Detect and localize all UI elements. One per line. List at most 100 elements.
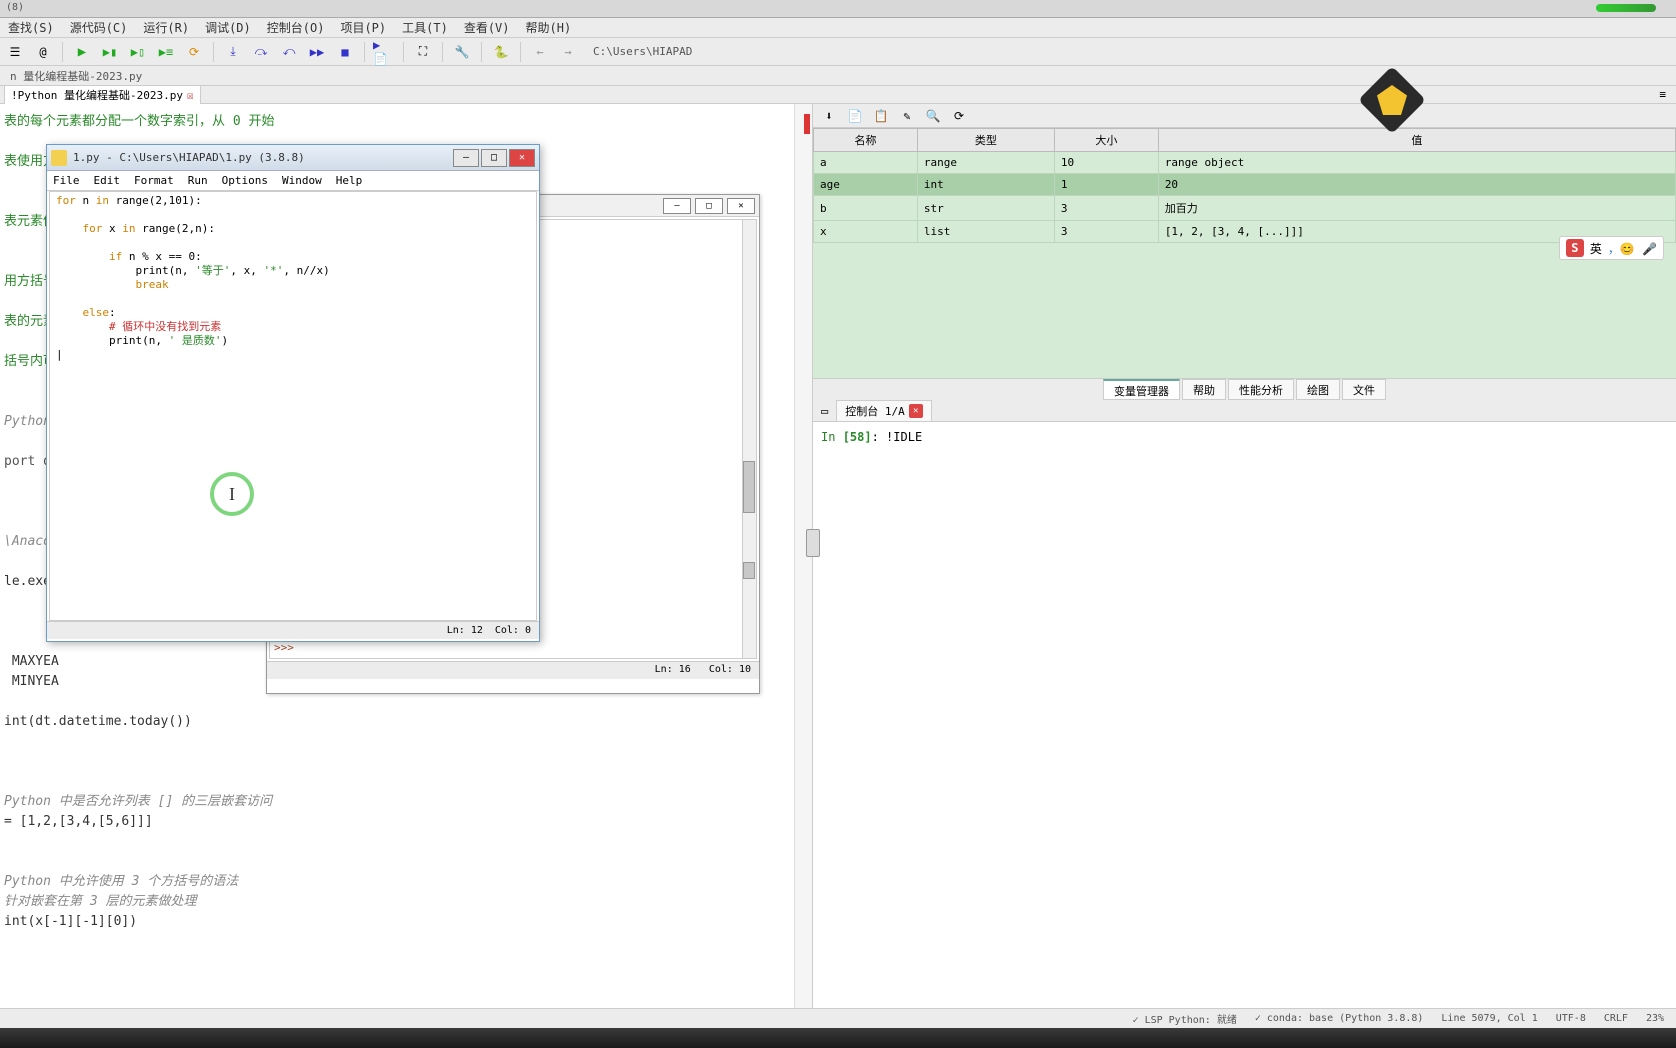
console-body[interactable]: In [58]: !IDLE	[813, 422, 1676, 452]
run-selection-button[interactable]: ▶≡	[155, 41, 177, 63]
shell-scroll-thumb-2[interactable]	[743, 562, 755, 580]
edit-icon[interactable]: ✎	[899, 109, 915, 123]
console-tab[interactable]: 控制台 1/A ✕	[836, 400, 932, 422]
variable-row[interactable]: ageint120	[814, 174, 1676, 196]
ipython-console[interactable]: In [58]: !IDLE	[813, 422, 1676, 1024]
idle-menu-options[interactable]: Options	[222, 174, 268, 187]
maximize-icon[interactable]: ⛶	[412, 41, 434, 63]
idle-titlebar[interactable]: 1.py - C:\Users\HIAPAD\1.py (3.8.8) — □ …	[47, 145, 539, 171]
idle-menu-window[interactable]: Window	[282, 174, 322, 187]
debug-step-out-icon[interactable]: ⤺	[278, 41, 300, 63]
variable-cell-value: 加百力	[1158, 196, 1675, 221]
tab-plots[interactable]: 绘图	[1296, 379, 1340, 400]
idle-menu-format[interactable]: Format	[134, 174, 174, 187]
tab-profiler[interactable]: 性能分析	[1228, 379, 1294, 400]
menu-tools[interactable]: 工具(T)	[402, 19, 448, 36]
save-icon[interactable]: 📄	[847, 109, 863, 123]
idle-menu-edit[interactable]: Edit	[94, 174, 121, 187]
copy-icon[interactable]: 📋	[873, 109, 889, 123]
idle-menu-run[interactable]: Run	[188, 174, 208, 187]
close-tab-icon[interactable]: ☒	[187, 89, 194, 102]
tab-help[interactable]: 帮助	[1182, 379, 1226, 400]
debug-file-icon[interactable]: ▶📄	[373, 41, 395, 63]
menu-view[interactable]: 查看(V)	[464, 19, 510, 36]
variable-row[interactable]: xlist3[1, 2, [3, 4, [...]]]	[814, 221, 1676, 243]
file-tab[interactable]: !Python 量化编程基础-2023.py ☒	[4, 85, 201, 104]
console-menu-icon[interactable]: ▭	[817, 404, 832, 418]
status-lsp[interactable]: ✓ LSP Python: 就绪	[1133, 1011, 1237, 1026]
variable-cell-size: 3	[1054, 196, 1158, 221]
variable-cell-name: a	[814, 152, 918, 174]
shell-statusbar: Ln: 16 Col: 10	[267, 661, 759, 679]
idle-ln: Ln: 12	[447, 625, 483, 636]
editor-panel: 表的每个元素都分配一个数字索引，从 0 开始 表使用方 表元素值 用方括号 表的…	[0, 104, 812, 1046]
editor-title: n 量化编程基础-2023.py	[4, 68, 148, 84]
nav-forward-icon[interactable]: →	[557, 41, 579, 63]
idle-menu-help[interactable]: Help	[336, 174, 363, 187]
debug-stop-icon[interactable]: ■	[334, 41, 356, 63]
idle-app-icon	[51, 150, 67, 166]
menu-run[interactable]: 运行(R)	[143, 19, 189, 36]
at-icon[interactable]: @	[32, 41, 54, 63]
idle-close-button[interactable]: ✕	[509, 149, 535, 167]
ime-indicator[interactable]: S 英 ，😊 🎤	[1559, 236, 1664, 260]
shell-scrollbar[interactable]	[742, 220, 756, 658]
tab-variable-explorer[interactable]: 变量管理器	[1103, 379, 1180, 400]
run-cell-button[interactable]: ▶▮	[99, 41, 121, 63]
var-col-type[interactable]: 类型	[917, 129, 1054, 152]
console-tab-close-icon[interactable]: ✕	[909, 404, 923, 418]
variable-cell-size: 10	[1054, 152, 1158, 174]
variable-cell-type: list	[917, 221, 1054, 243]
menu-debug[interactable]: 调试(D)	[205, 19, 251, 36]
variable-row[interactable]: arange10range object	[814, 152, 1676, 174]
idle-code-area[interactable]: for n in range(2,101): for x in range(2,…	[49, 191, 537, 621]
idle-maximize-button[interactable]: □	[481, 149, 507, 167]
variable-row[interactable]: bstr3加百力	[814, 196, 1676, 221]
file-tab-bar-2: !Python 量化编程基础-2023.py ☒ ≡	[0, 86, 1676, 104]
status-conda[interactable]: ✓ conda: base (Python 3.8.8)	[1255, 1013, 1424, 1024]
menu-console[interactable]: 控制台(O)	[267, 19, 325, 36]
console-colon: :	[872, 430, 886, 444]
var-col-name[interactable]: 名称	[814, 129, 918, 152]
variable-cell-value: range object	[1158, 152, 1675, 174]
reload-button[interactable]: ⟳	[183, 41, 205, 63]
menu-help[interactable]: 帮助(H)	[526, 19, 572, 36]
debug-step-over-icon[interactable]: ⤼	[250, 41, 272, 63]
menu-source[interactable]: 源代码(C)	[70, 19, 128, 36]
debug-continue-icon[interactable]: ▶▶	[306, 41, 328, 63]
shell-scroll-thumb[interactable]	[743, 461, 755, 514]
debug-step-into-icon[interactable]: ⤓	[222, 41, 244, 63]
idle-minimize-button[interactable]: —	[453, 149, 479, 167]
status-encoding[interactable]: UTF-8	[1556, 1013, 1586, 1024]
status-eol[interactable]: CRLF	[1604, 1013, 1628, 1024]
shell-maximize-button[interactable]: □	[695, 198, 723, 214]
wrench-icon[interactable]: 🔧	[451, 41, 473, 63]
outline-icon[interactable]: ☰	[4, 41, 26, 63]
run-button[interactable]: ▶	[71, 41, 93, 63]
refresh-icon[interactable]: ⟳	[951, 109, 967, 123]
idle-menu-file[interactable]: File	[53, 174, 80, 187]
variable-cell-name: age	[814, 174, 918, 196]
splitter-handle[interactable]	[806, 529, 820, 557]
variable-cell-type: int	[917, 174, 1054, 196]
windows-taskbar[interactable]	[0, 1028, 1676, 1048]
run-cell-advance-button[interactable]: ▶▯	[127, 41, 149, 63]
editor-minimap[interactable]	[794, 104, 812, 1046]
search-icon[interactable]: 🔍	[925, 109, 941, 123]
import-icon[interactable]: ⬇	[821, 109, 837, 123]
var-col-value[interactable]: 值	[1158, 129, 1675, 152]
var-col-size[interactable]: 大小	[1054, 129, 1158, 152]
idle-editor-window[interactable]: 1.py - C:\Users\HIAPAD\1.py (3.8.8) — □ …	[46, 144, 540, 642]
menu-project[interactable]: 项目(P)	[340, 19, 386, 36]
hamburger-icon[interactable]: ≡	[1653, 88, 1672, 101]
shell-close-button[interactable]: ✕	[727, 198, 755, 214]
menu-find[interactable]: 查找(S)	[8, 19, 54, 36]
shell-minimize-button[interactable]: —	[663, 198, 691, 214]
tab-files[interactable]: 文件	[1342, 379, 1386, 400]
nav-back-icon[interactable]: ←	[529, 41, 551, 63]
status-memory[interactable]: 23%	[1646, 1013, 1664, 1024]
status-line-col[interactable]: Line 5079, Col 1	[1441, 1013, 1537, 1024]
python-icon[interactable]: 🐍	[490, 41, 512, 63]
working-dir-path: C:\Users\HIAPAD	[593, 45, 692, 58]
file-tab-label: !Python 量化编程基础-2023.py	[11, 87, 183, 103]
